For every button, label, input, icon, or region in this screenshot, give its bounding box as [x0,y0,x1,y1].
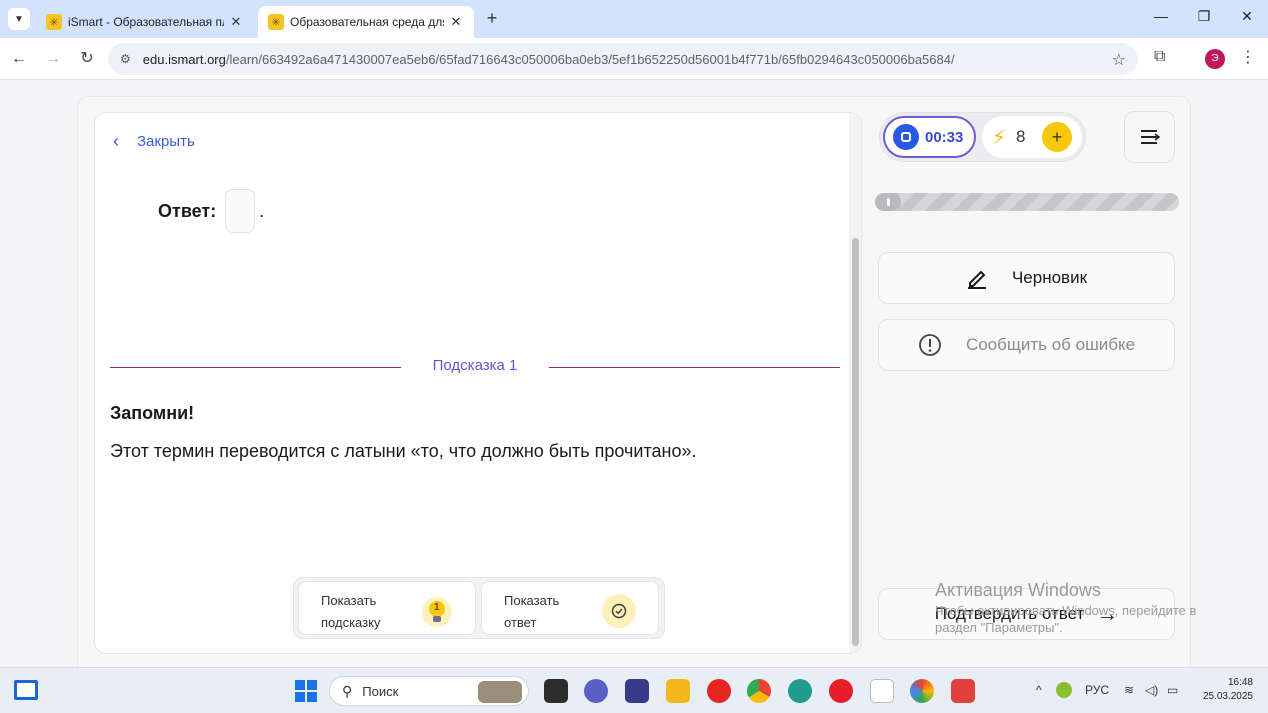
stop-timer-icon [893,124,919,150]
tab-search-menu-button[interactable]: ▼ [8,8,30,30]
extensions-puzzle-icon[interactable]: ⧉ [1154,48,1165,66]
windows-activation-text: Чтобы активировать Windows, перейдите в … [935,603,1197,635]
timer[interactable]: 00:33 [883,116,976,158]
hint-count-badge: 1 [434,602,440,613]
bookmark-star-icon[interactable]: ☆ [1112,50,1126,70]
vivaldi-icon[interactable] [951,679,975,703]
add-energy-button[interactable]: + [1042,122,1072,152]
check-circle-icon [602,594,636,628]
divider-line-right [549,367,840,368]
show-answer-button[interactable]: Показать ответ [481,581,659,635]
battery-icon[interactable]: ▭ [1167,683,1178,697]
teams-chat-icon[interactable] [584,679,608,703]
ismart-favicon-icon: ✳ [46,14,62,30]
show-answer-label: Показать ответ [504,593,560,630]
url-host: edu.ismart.org [142,51,226,67]
search-highlight-image [478,681,522,703]
answer-suffix: . [259,200,265,221]
site-info-icon[interactable]: ⚙ [120,52,131,66]
timer-value: 00:33 [925,128,964,146]
file-explorer-icon[interactable] [666,679,690,703]
lightbulb-icon: 1 [421,596,453,628]
close-label: Закрыть [137,133,195,150]
clock-time: 16:48 [1227,677,1253,688]
help-button-group: Показать подсказку 1 Показать ответ [293,577,665,639]
hint-heading: Подсказка 1 [432,357,518,374]
url-text: edu.ismart.org/learn/663492a6a471430007e… [143,52,1138,67]
answer-label: Ответ: [158,200,217,221]
windows-taskbar: ⚲ Поиск ^ РУС ≋ ◁) ▭ 16:48 25.03.2025 [0,667,1268,713]
restore-icon[interactable]: ❐ [1189,8,1219,25]
list-menu-icon [1140,130,1160,144]
clock-date: 25.03.2025 [1202,691,1253,702]
report-label: Сообщить об ошибке [965,335,1136,354]
tab-title: iSmart - Образовательная пла [68,15,224,29]
yandex-icon[interactable] [707,679,731,703]
browser-tab-bar: ▼ ✳ iSmart - Образовательная пла ✕ ✳ Обр… [0,0,1268,38]
divider-line-left [110,367,401,368]
wifi-icon[interactable]: ≋ [1124,683,1134,697]
save-floppy-icon[interactable] [625,679,649,703]
content-scrollbar[interactable] [849,113,861,653]
tab-title: Образовательная среда для с [290,15,444,29]
address-bar[interactable]: ⚙ edu.ismart.org/learn/663492a6a47143000… [108,43,1138,75]
page-viewport: ‹ Закрыть Ответ: . Подсказка 1 Запомни! … [0,80,1268,676]
chevron-left-icon: ‹ [113,131,119,151]
browser-toolbar: ← → ↻ ⚙ edu.ismart.org/learn/663492a6a47… [0,38,1268,80]
search-icon: ⚲ [342,682,353,699]
energy-count: 8 [1016,127,1026,146]
task-card: ‹ Закрыть Ответ: . Подсказка 1 Запомни! … [94,112,862,654]
notepad-icon[interactable] [870,679,894,703]
opera-icon[interactable] [829,679,853,703]
tab-close-icon[interactable]: ✕ [228,14,244,30]
answer-row: Ответ: . [158,189,264,233]
chrome-icon[interactable] [747,679,771,703]
browser-menu-icon[interactable]: ⋮ [1240,47,1256,67]
status-pill: 00:33 ⚡ 8 + [879,112,1086,162]
close-window-icon[interactable]: ✕ [1232,8,1262,25]
url-path: /learn/663492a6a471430007ea5eb6/65fad716… [225,51,955,67]
hint-divider: Подсказка 1 [110,357,840,377]
scrollbar-thumb[interactable] [852,238,859,646]
edge-icon[interactable] [788,679,812,703]
pencil-icon [966,267,988,289]
energy-counter: ⚡ 8 + [982,116,1082,158]
alert-circle-icon [918,333,942,357]
lightning-icon: ⚡ [992,126,1007,149]
widgets-icon[interactable] [14,680,38,700]
taskbar-search[interactable]: ⚲ Поиск [329,676,529,706]
tray-chevron-up-icon[interactable]: ^ [1036,683,1042,697]
task-view-icon[interactable] [544,679,568,703]
tab-ismart[interactable]: ✳ iSmart - Образовательная пла ✕ [36,6,254,38]
tab-close-icon[interactable]: ✕ [448,14,464,30]
report-error-button[interactable]: Сообщить об ошибке [878,319,1175,371]
task-progress-bar [875,193,1179,211]
volume-icon[interactable]: ◁) [1145,683,1158,697]
show-hint-label: Показать подсказку [321,593,381,630]
hint-text: Этот термин переводится с латыни «то, чт… [110,441,697,461]
system-clock[interactable]: 16:48 25.03.2025 [1195,676,1253,704]
taskbar-search-placeholder: Поиск [362,683,399,699]
back-arrow-icon[interactable]: ← [8,48,30,70]
task-menu-button[interactable] [1124,111,1175,163]
new-tab-button[interactable]: + [482,8,502,29]
minimize-icon[interactable]: — [1146,8,1176,24]
tab-edu-environment[interactable]: ✳ Образовательная среда для с ✕ [258,6,474,38]
show-hint-button[interactable]: Показать подсказку 1 [298,581,476,635]
progress-knob [875,193,901,211]
draft-button[interactable]: Черновик [878,252,1175,304]
forward-arrow-icon[interactable]: → [42,48,64,70]
language-indicator[interactable]: РУС [1085,683,1109,697]
start-windows-icon[interactable] [295,680,317,702]
reload-icon[interactable]: ↻ [76,48,98,70]
close-link[interactable]: ‹ Закрыть [113,131,195,152]
answer-input[interactable] [225,189,256,233]
photos-icon[interactable] [910,679,934,703]
draft-label: Черновик [1011,268,1088,287]
ismart-favicon-icon: ✳ [268,14,284,30]
windows-activation-title: Активация Windows [935,580,1101,600]
hint-title: Запомни! [110,403,195,423]
tray-app-icon[interactable] [1056,682,1072,698]
profile-avatar[interactable]: Э [1205,49,1225,69]
